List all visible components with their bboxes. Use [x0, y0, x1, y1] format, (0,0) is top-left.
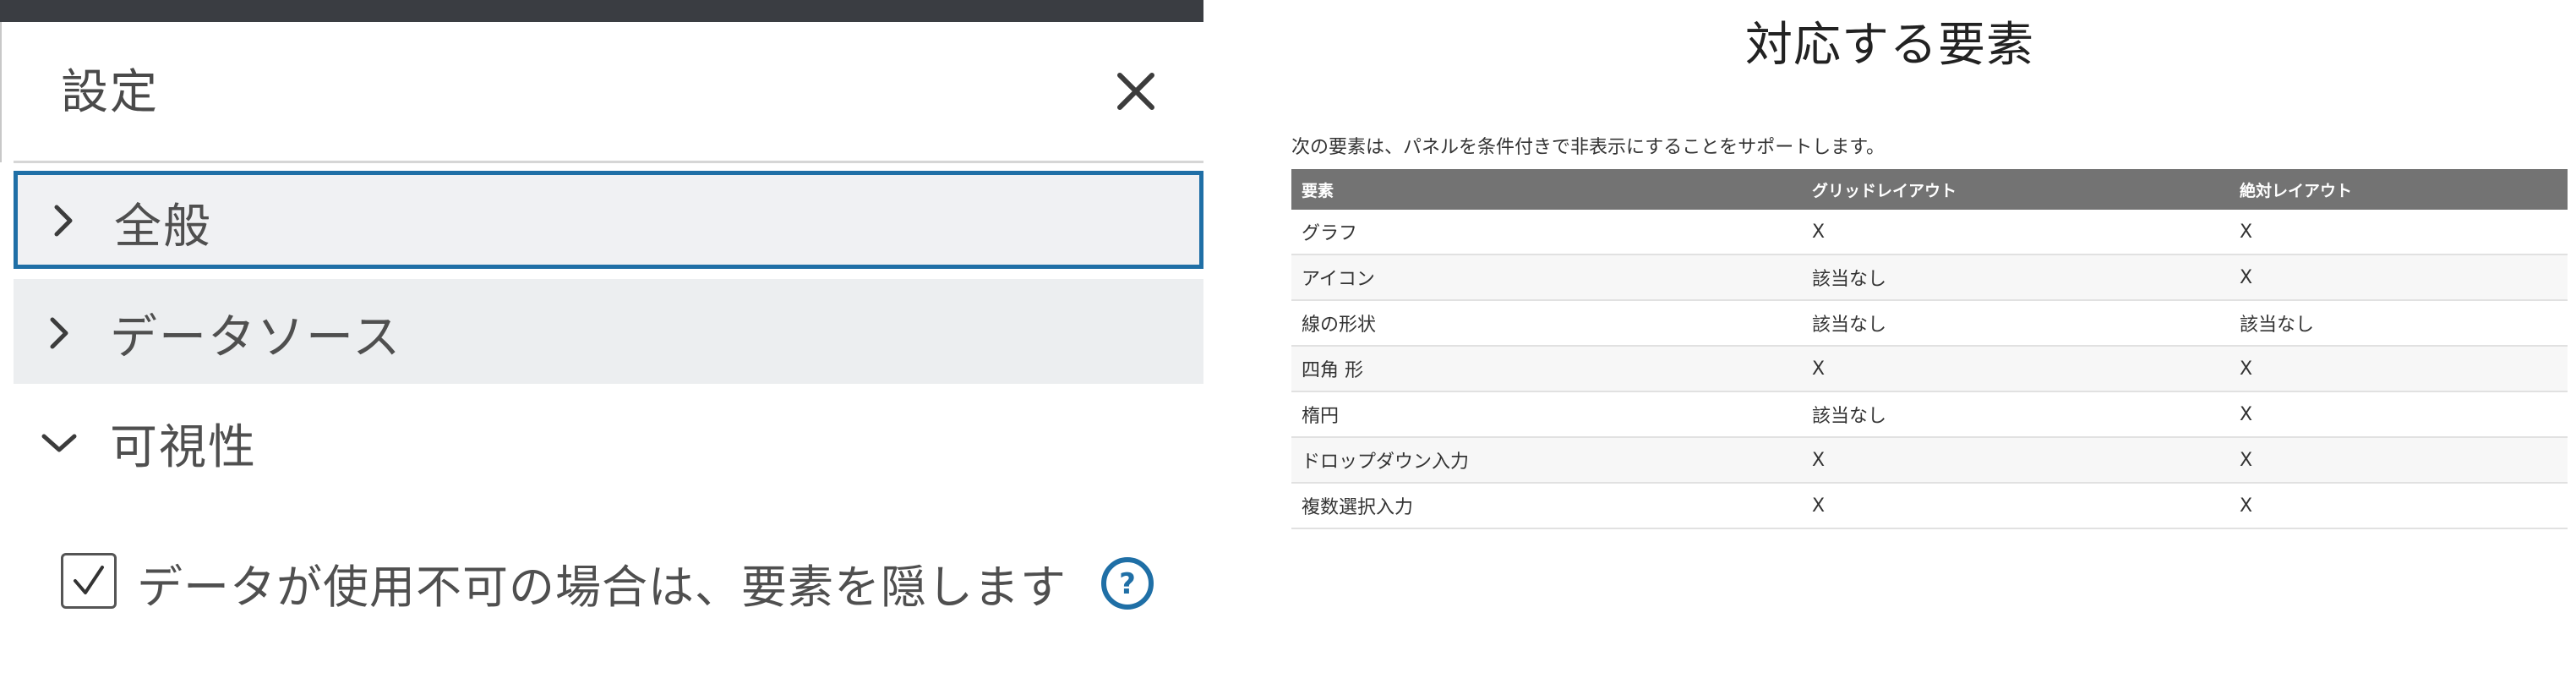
- table-cell: ドロップダウン入力: [1291, 437, 1802, 484]
- documentation-section: 対応する要素 次の要素は、パネルを条件付きで非表示にすることをサポートします。 …: [1203, 0, 2576, 673]
- close-icon: [1117, 73, 1154, 110]
- table-cell: 該当なし: [1802, 254, 2229, 301]
- doc-title: 対応する要素: [1745, 18, 2034, 73]
- chevron-right-icon: [41, 315, 78, 352]
- hide-when-unavailable-row: データが使用不可の場合は、要素を隠します ?: [61, 550, 1193, 617]
- table-cell: X: [1802, 483, 2229, 529]
- table-cell: 楕円: [1291, 391, 1802, 438]
- hide-when-unavailable-checkbox[interactable]: [61, 553, 117, 609]
- table-cell: X: [2229, 254, 2568, 301]
- column-header-absolute-layout: 絶対レイアウト: [2229, 169, 2568, 210]
- help-button[interactable]: ?: [1100, 556, 1154, 610]
- section-datasource[interactable]: データソース: [14, 279, 1203, 384]
- table-cell: アイコン: [1291, 254, 1802, 301]
- table-cell: 該当なし: [1802, 300, 2229, 347]
- table-row: グラフ X X: [1291, 210, 2568, 255]
- table-cell: X: [2229, 346, 2568, 392]
- settings-panel: 設定 全般 データソース 可視性 データが使用不可の場合は、要素を隠します ?: [0, 0, 1203, 673]
- table-row: 四角 形 X X: [1291, 346, 2568, 392]
- table-cell: X: [2229, 437, 2568, 484]
- hide-when-unavailable-label: データが使用不可の場合は、要素を隠します: [137, 561, 1067, 614]
- section-general[interactable]: 全般: [14, 171, 1203, 269]
- table-row: 楕円 該当なし X: [1291, 391, 2568, 438]
- table-cell: 複数選択入力: [1291, 483, 1802, 529]
- table-cell: X: [2229, 483, 2568, 529]
- panel-header: 設定: [14, 22, 1203, 163]
- table-row: 線の形状 該当なし 該当なし: [1291, 300, 2568, 347]
- table-row: ドロップダウン入力 X X: [1291, 437, 2568, 484]
- table-row: アイコン 該当なし X: [1291, 254, 2568, 301]
- panel-top-bar: [0, 0, 1203, 22]
- table-cell: 該当なし: [2229, 300, 2568, 347]
- table-cell: 該当なし: [1802, 391, 2229, 438]
- chevron-right-icon: [45, 202, 82, 239]
- table-row: 複数選択入力 X X: [1291, 483, 2568, 529]
- chevron-down-icon: [41, 424, 78, 462]
- close-button[interactable]: [1109, 64, 1163, 118]
- panel-left-border: [0, 22, 2, 162]
- table-header-row: 要素 グリッドレイアウト 絶対レイアウト: [1291, 169, 2568, 210]
- table-cell: 四角 形: [1291, 346, 1802, 392]
- checkmark-icon: [74, 566, 104, 594]
- section-general-label: 全般: [114, 200, 212, 254]
- panel-title: 設定: [61, 65, 159, 120]
- column-header-grid-layout: グリッドレイアウト: [1802, 169, 2229, 210]
- section-visibility[interactable]: 可視性: [14, 389, 1203, 494]
- doc-description: 次の要素は、パネルを条件付きで非表示にすることをサポートします。: [1291, 137, 1886, 158]
- column-header-element: 要素: [1291, 169, 1802, 210]
- section-visibility-label: 可視性: [110, 420, 257, 475]
- table-cell: X: [2229, 210, 2568, 255]
- table-cell: X: [1802, 210, 2229, 255]
- section-datasource-label: データソース: [110, 310, 402, 365]
- table-cell: X: [1802, 346, 2229, 392]
- table-cell: グラフ: [1291, 210, 1802, 255]
- table-cell: X: [2229, 391, 2568, 438]
- help-circle-icon: ?: [1101, 557, 1154, 610]
- table-cell: X: [1802, 437, 2229, 484]
- supported-elements-table: 要素 グリッドレイアウト 絶対レイアウト グラフ X X アイコン 該当なし X…: [1291, 169, 2568, 529]
- svg-text:?: ?: [1119, 567, 1136, 601]
- table-cell: 線の形状: [1291, 300, 1802, 347]
